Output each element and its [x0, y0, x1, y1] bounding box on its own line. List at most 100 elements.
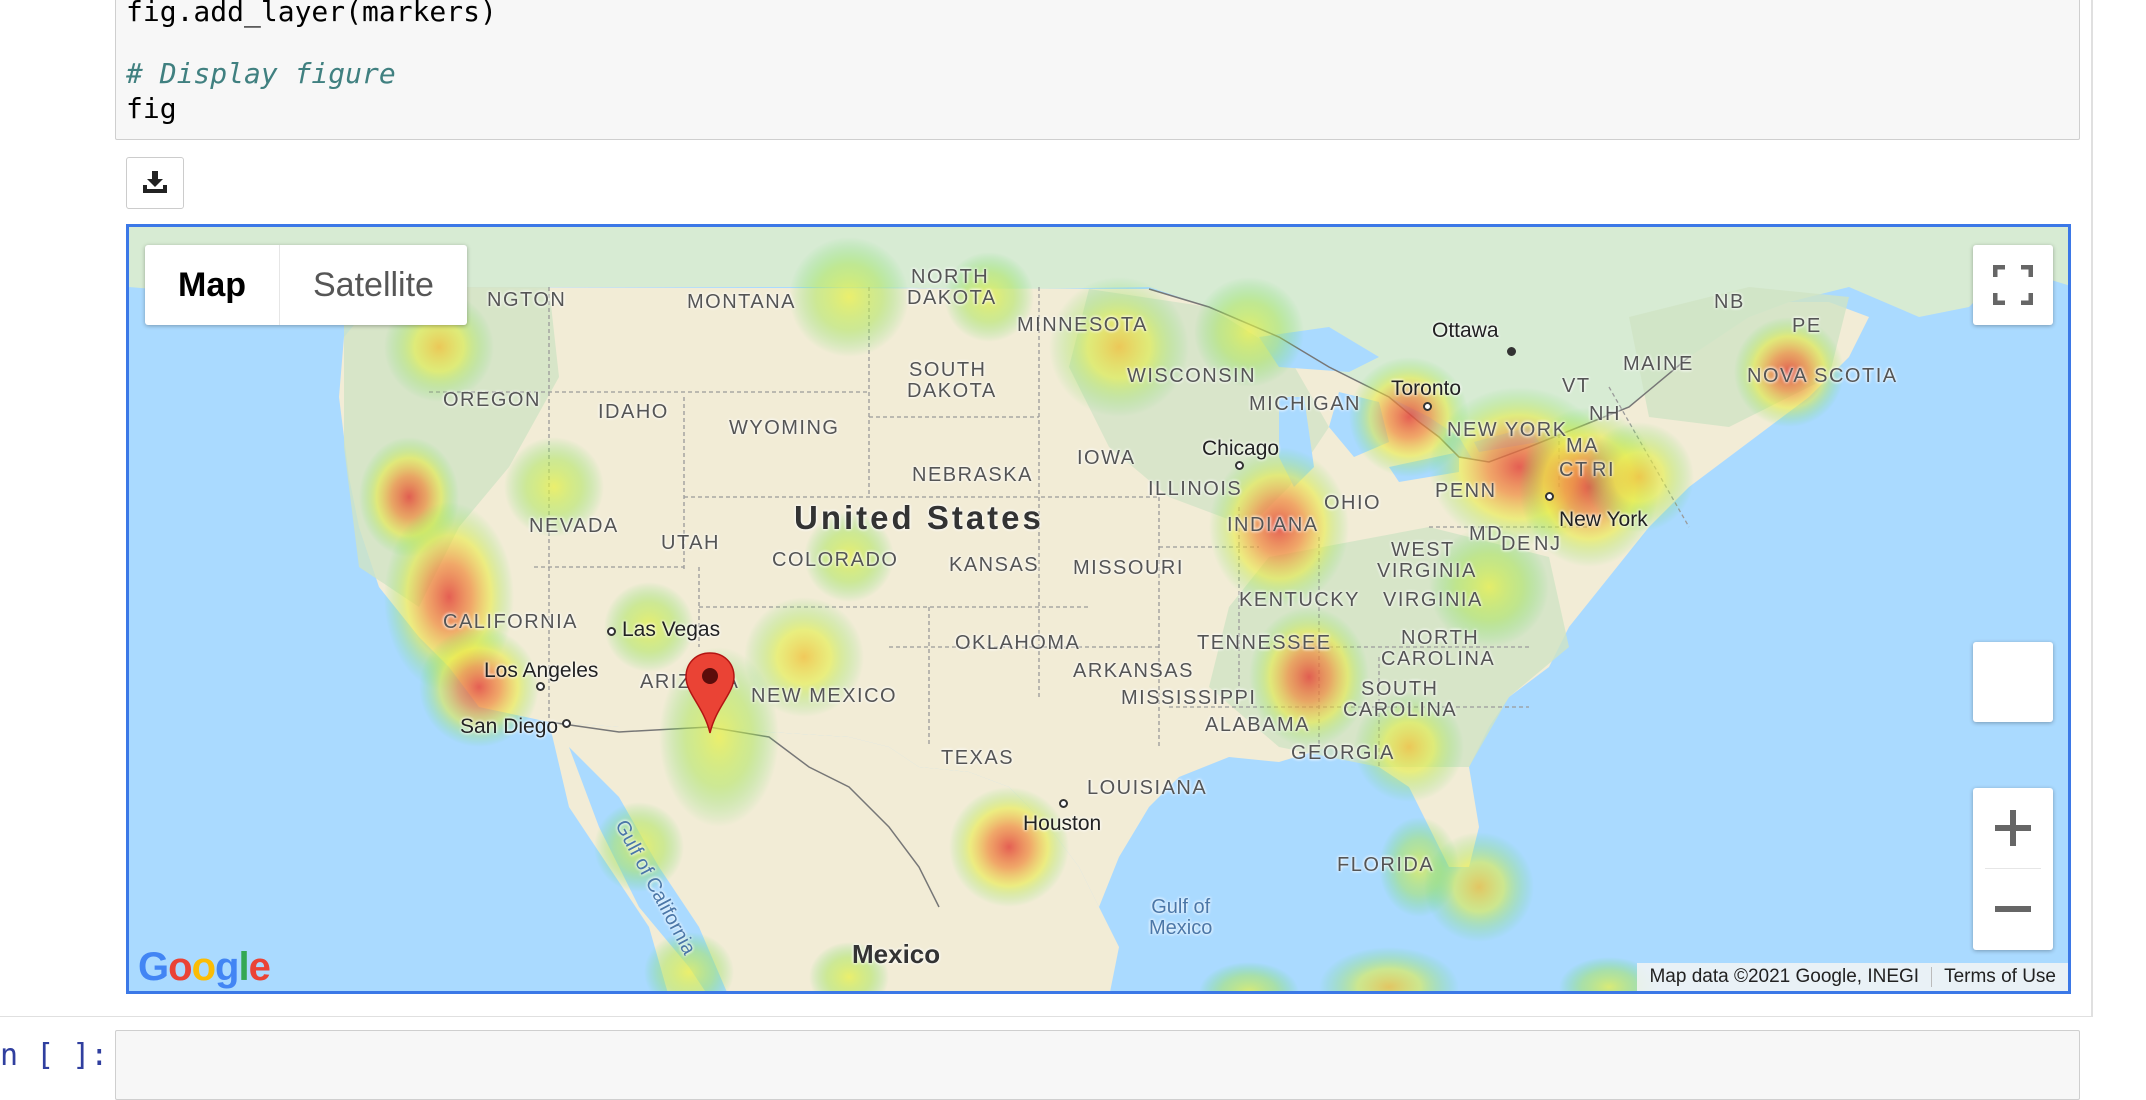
fullscreen-icon	[1993, 265, 2033, 305]
state-label: KENTUCKY	[1239, 589, 1360, 611]
state-label: ARKANSAS	[1073, 660, 1194, 682]
city-label: Toronto	[1391, 377, 1462, 400]
country-label: United States	[794, 499, 1044, 536]
map-attribution: Map data ©2021 Google, INEGI Terms of Us…	[1637, 963, 2068, 991]
attribution-text: Map data ©2021 Google, INEGI	[1649, 966, 1920, 987]
country-label-mexico: Mexico	[852, 939, 941, 969]
state-label: SOUTH	[909, 359, 987, 381]
state-label: FLORIDA	[1337, 854, 1435, 876]
map-widget[interactable]: United States Mexico Gulf of Mexico Gulf …	[126, 224, 2071, 994]
state-label: MINNESOTA	[1017, 314, 1148, 336]
city-label: New York	[1559, 508, 1648, 531]
state-label: NORTH	[911, 266, 990, 288]
state-label: LOUISIANA	[1087, 777, 1208, 799]
minus-icon	[1995, 906, 2031, 912]
state-label: ILLINOIS	[1148, 478, 1243, 500]
map-canvas	[129, 227, 2068, 991]
code-comment: # Display figure	[126, 57, 396, 90]
city-dot	[1235, 461, 1244, 470]
state-label: NORTH	[1401, 627, 1480, 649]
state-label: CAROLINA	[1381, 648, 1496, 670]
state-label: MA	[1566, 435, 1599, 457]
state-label: MAINE	[1623, 353, 1694, 375]
water-label-gulf-of-mexico: Gulf of Mexico	[1149, 896, 1213, 939]
state-label: TEXAS	[941, 747, 1015, 769]
state-label: ALABAMA	[1205, 714, 1310, 736]
zoom-in-button[interactable]	[1973, 788, 2053, 868]
state-label: IDAHO	[598, 401, 669, 423]
city-dot	[1545, 492, 1554, 501]
state-label: RI	[1592, 459, 1615, 481]
city-label: Los Angeles	[484, 659, 599, 682]
state-label: NEVADA	[529, 515, 619, 537]
state-label: CAROLINA	[1343, 699, 1458, 721]
state-label: VIRGINIA	[1383, 589, 1483, 611]
google-logo: Google	[138, 945, 271, 989]
state-label: TENNESSEE	[1197, 632, 1332, 654]
state-label: IOWA	[1077, 447, 1136, 469]
state-label: NOVA SCOTIA	[1747, 365, 1898, 387]
map-type-satellite-button[interactable]: Satellite	[280, 245, 467, 325]
state-label: NGTON	[487, 289, 567, 311]
state-label: GEORGIA	[1291, 742, 1395, 764]
state-label: WISCONSIN	[1127, 365, 1257, 387]
map-type-control: Map Satellite	[145, 245, 467, 325]
state-label: MICHIGAN	[1249, 393, 1361, 415]
city-label: Houston	[1023, 812, 1102, 835]
city-dot	[1423, 402, 1432, 411]
state-label: OKLAHOMA	[955, 632, 1081, 654]
city-label: Las Vegas	[622, 618, 721, 641]
state-label: PE	[1792, 315, 1822, 337]
street-view-control[interactable]	[1973, 642, 2053, 722]
state-label: NEBRASKA	[912, 464, 1033, 486]
state-label: OHIO	[1324, 492, 1382, 514]
state-label: WEST	[1391, 539, 1455, 561]
city-dot	[607, 627, 616, 636]
state-label: KANSAS	[949, 554, 1040, 576]
state-label: PENN	[1435, 480, 1497, 502]
city-dot	[1059, 799, 1068, 808]
zoom-out-button[interactable]	[1973, 869, 2053, 949]
download-button[interactable]	[126, 157, 184, 209]
code-line: fig.add_layer(markers)	[126, 0, 497, 28]
state-label: DAKOTA	[907, 380, 997, 402]
state-label: DAKOTA	[907, 287, 997, 309]
state-label: MD	[1469, 523, 1504, 545]
cell-prompt: n [ ]:	[0, 1038, 109, 1073]
map-pin-icon[interactable]	[684, 651, 736, 735]
state-label: COLORADO	[772, 549, 899, 571]
state-label: DE	[1501, 533, 1532, 555]
state-label: SOUTH	[1361, 678, 1439, 700]
city-label: San Diego	[460, 715, 559, 738]
fullscreen-button[interactable]	[1973, 245, 2053, 325]
city-dot	[536, 682, 545, 691]
state-label: OREGON	[443, 389, 541, 411]
city-dot	[562, 719, 571, 728]
state-label: WYOMING	[729, 417, 840, 439]
terms-of-use-link[interactable]: Terms of Use	[1932, 966, 2068, 988]
download-icon	[143, 171, 167, 193]
state-label: NEW MEXICO	[751, 685, 898, 707]
notebook-edge	[2091, 0, 2093, 1017]
state-label: UTAH	[661, 532, 720, 554]
cell-divider	[0, 1016, 2093, 1017]
zoom-control	[1973, 788, 2053, 950]
state-label: MISSISSIPPI	[1121, 687, 1257, 709]
state-label: CT	[1559, 459, 1589, 481]
empty-code-cell[interactable]	[115, 1030, 2080, 1100]
plus-icon	[1995, 810, 2031, 846]
city-label: Ottawa	[1432, 319, 1499, 342]
state-label: MONTANA	[687, 291, 797, 313]
code-line: fig	[126, 92, 177, 125]
state-label: CALIFORNIA	[443, 611, 579, 633]
city-label: Chicago	[1202, 437, 1280, 460]
state-label: NB	[1714, 291, 1745, 313]
state-label: NEW YORK	[1447, 419, 1568, 441]
state-label: INDIANA	[1227, 514, 1319, 536]
capital-dot	[1507, 347, 1516, 356]
code-cell[interactable]: fig.add_layer(markers) # Display figure …	[115, 0, 2080, 140]
state-label: MISSOURI	[1073, 557, 1184, 579]
state-label: NH	[1589, 403, 1621, 425]
map-type-map-button[interactable]: Map	[145, 245, 280, 325]
state-label: NJ	[1534, 533, 1562, 555]
